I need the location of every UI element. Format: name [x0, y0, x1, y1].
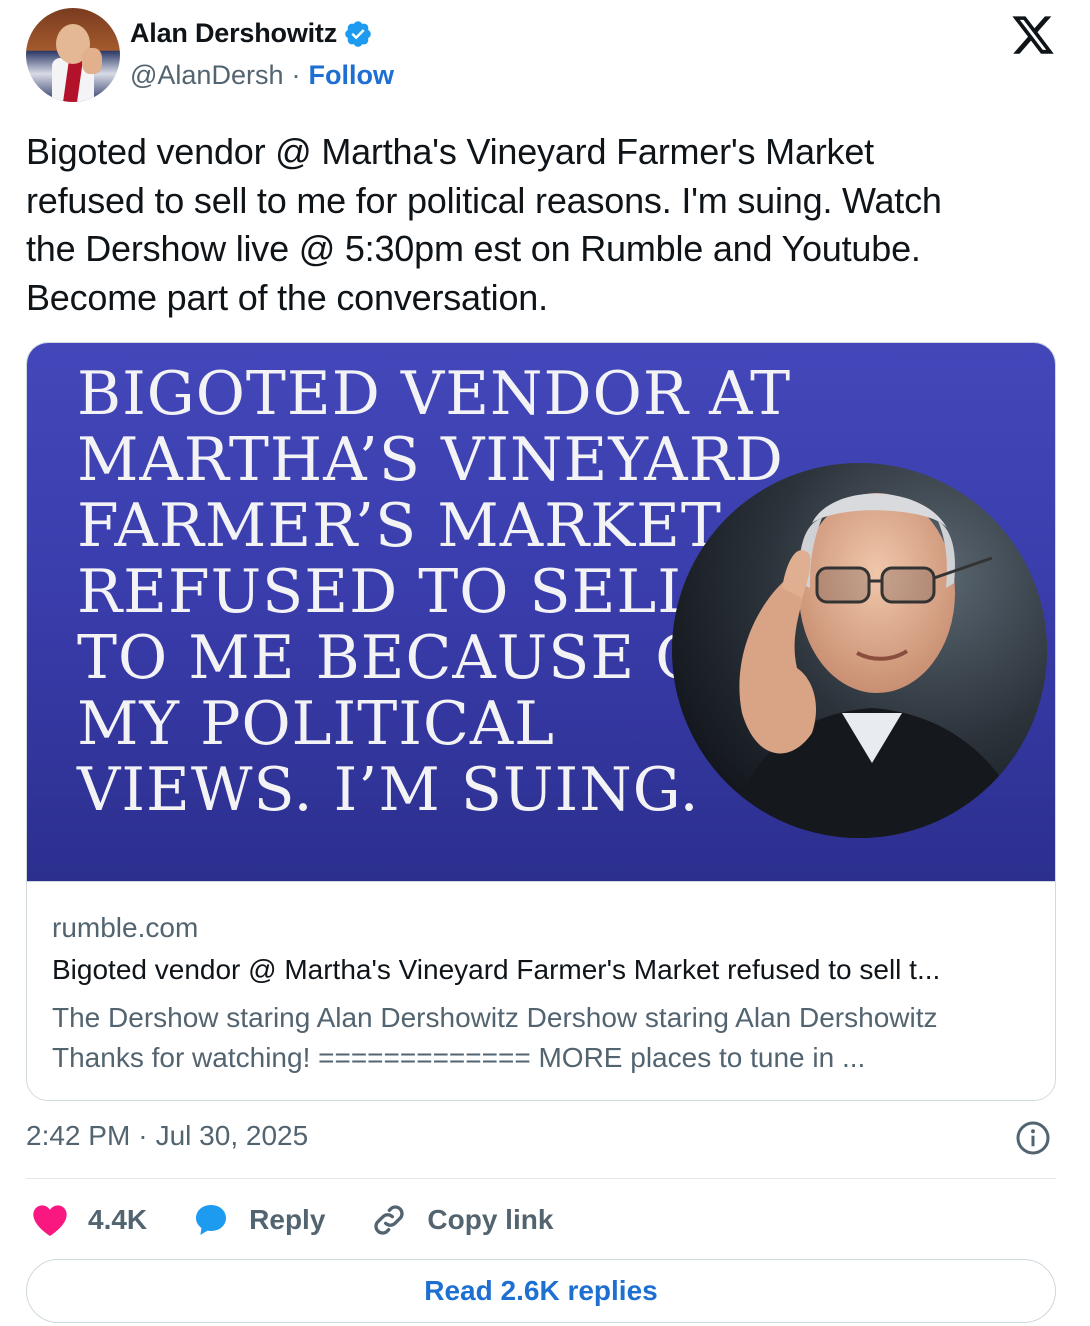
avatar[interactable] — [26, 8, 120, 102]
tweet-timestamp[interactable]: 2:42 PM · Jul 30, 2025 — [26, 1120, 308, 1152]
card-domain: rumble.com — [52, 912, 199, 943]
copy-link-button[interactable]: Copy link — [369, 1200, 553, 1240]
follow-button[interactable]: Follow — [308, 60, 393, 91]
reply-bubble-icon — [196, 1205, 227, 1235]
link-preview-card[interactable]: BIGOTED VENDOR AT MARTHA’S VINEYARD FARM… — [26, 342, 1056, 1101]
copy-link-label: Copy link — [427, 1204, 554, 1235]
reply-label: Reply — [249, 1204, 326, 1235]
tweet-date: Jul 30, 2025 — [155, 1120, 309, 1151]
author-handle[interactable]: @AlanDersh — [130, 60, 283, 91]
author-display-name[interactable]: Alan Dershowitz — [130, 18, 337, 49]
author-handle-line: @AlanDersh · Follow — [130, 60, 394, 91]
headline-line: BIGOTED VENDOR AT — [77, 359, 792, 429]
card-description-line: The Dershow staring Alan Dershowitz Ders… — [52, 1002, 938, 1033]
action-bar: 4.4K Reply Copy link — [30, 1198, 597, 1242]
card-meta: rumble.com Bigoted vendor @ Martha's Vin… — [27, 881, 1055, 1100]
card-title: Bigoted vendor @ Martha's Vineyard Farme… — [52, 954, 941, 985]
card-description-line: Thanks for watching! ============= MORE … — [52, 1042, 866, 1073]
headline-line: MARTHA’S VINEYARD — [77, 425, 784, 495]
portrait-photo — [672, 463, 1047, 838]
x-logo-icon[interactable] — [1010, 12, 1056, 58]
card-image: BIGOTED VENDOR AT MARTHA’S VINEYARD FARM… — [27, 343, 1055, 881]
link-icon — [374, 1205, 405, 1235]
like-button[interactable]: 4.4K — [30, 1200, 147, 1240]
author-name-line: Alan Dershowitz — [130, 18, 373, 49]
card-description: The Dershow staring Alan Dershowitz Ders… — [52, 998, 1037, 1078]
tweet-time: 2:42 PM — [26, 1120, 131, 1151]
info-icon[interactable] — [1015, 1120, 1051, 1156]
separator-dot: · — [291, 60, 301, 90]
tweet-header: Alan Dershowitz @AlanDersh · Follow — [26, 8, 1066, 104]
heart-icon — [33, 1205, 67, 1236]
separator-dot: · — [138, 1120, 148, 1151]
tweet-text: Bigoted vendor @ Martha's Vineyard Farme… — [26, 131, 942, 318]
like-count: 4.4K — [88, 1204, 148, 1235]
verified-badge-icon — [345, 20, 371, 47]
reply-button[interactable]: Reply — [191, 1200, 325, 1240]
divider — [26, 1178, 1056, 1179]
read-replies-button[interactable]: Read 2.6K replies — [26, 1259, 1056, 1323]
